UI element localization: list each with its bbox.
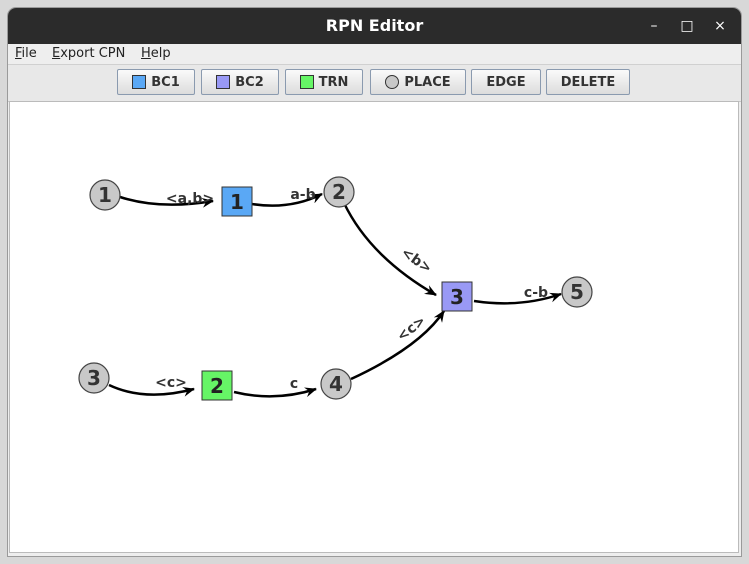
toolbar: BC1 BC2 TRN PLACE EDGE DELETE: [8, 65, 741, 102]
delete-button[interactable]: DELETE: [546, 69, 630, 95]
edge-label-p1-t1: <a,b>: [166, 191, 214, 207]
transition-2-label: 2: [210, 374, 224, 398]
place-1[interactable]: 1: [89, 179, 121, 211]
title-bar[interactable]: RPN Editor – □ ×: [8, 8, 741, 44]
place-4[interactable]: 4: [320, 368, 352, 400]
bc1-label: BC1: [151, 74, 180, 90]
edge-label-p3-t2: <c>: [155, 375, 187, 391]
place-button[interactable]: PLACE: [370, 69, 466, 95]
edge-label-t3-p5: c-b: [524, 285, 548, 301]
place-2-label: 2: [332, 180, 346, 204]
window-title: RPN Editor: [325, 16, 424, 35]
menu-export-cpn[interactable]: Export CPN: [52, 46, 125, 61]
menu-file[interactable]: File: [15, 46, 37, 61]
menu-file-label: ile: [21, 46, 37, 61]
close-button[interactable]: ×: [708, 14, 732, 38]
transition-1-label: 1: [230, 190, 244, 214]
transition-2-trn[interactable]: 2: [201, 370, 233, 401]
trn-swatch-icon: [299, 75, 314, 89]
menu-help-label: elp: [150, 46, 171, 61]
place-1-label: 1: [98, 183, 112, 207]
delete-label: DELETE: [560, 74, 616, 90]
bc1-button[interactable]: BC1: [117, 69, 195, 95]
place-3-label: 3: [87, 366, 101, 390]
bc2-swatch-icon: [216, 75, 231, 89]
transition-1-bc1[interactable]: 1: [221, 186, 253, 217]
edge-p4-t3[interactable]: [350, 310, 446, 381]
petri-net-graph[interactable]: <a,b> a-b <b> <c> c <c> c-b 1 2 3 4 5 1 …: [10, 102, 738, 552]
transition-3-bc2[interactable]: 3: [441, 281, 473, 312]
edge-t2-p4[interactable]: [233, 387, 317, 398]
place-4-label: 4: [329, 372, 343, 396]
place-5[interactable]: 5: [561, 276, 593, 308]
bc2-button[interactable]: BC2: [201, 69, 279, 95]
menu-export-mnemonic: E: [52, 46, 61, 61]
edge-label-t1-p2: a-b: [290, 187, 315, 203]
edge-label-t2-p4: c: [290, 376, 298, 392]
app-window: RPN Editor – □ × File Export CPN Help BC…: [8, 8, 741, 556]
menu-bar: File Export CPN Help: [8, 44, 741, 65]
place-2[interactable]: 2: [323, 176, 355, 208]
minimize-button[interactable]: –: [642, 14, 666, 38]
edge-p2-t3[interactable]: [342, 202, 437, 297]
transition-3-label: 3: [450, 285, 464, 309]
editor-canvas[interactable]: <a,b> a-b <b> <c> c <c> c-b 1 2 3 4 5 1 …: [9, 101, 739, 553]
edge-label: EDGE: [486, 74, 526, 90]
bc2-label: BC2: [235, 74, 264, 90]
menu-help-mnemonic: H: [141, 46, 151, 61]
bc1-swatch-icon: [132, 75, 147, 89]
menu-export-label: xport CPN: [60, 46, 126, 61]
trn-button[interactable]: TRN: [285, 69, 363, 95]
place-5-label: 5: [570, 280, 584, 304]
place-3[interactable]: 3: [78, 362, 110, 394]
edge-button[interactable]: EDGE: [471, 69, 541, 95]
maximize-button[interactable]: □: [675, 14, 699, 38]
trn-label: TRN: [318, 74, 349, 90]
menu-help[interactable]: Help: [141, 46, 171, 61]
place-circle-icon: [385, 75, 400, 89]
place-label: PLACE: [404, 74, 451, 90]
edge-label-p4-t3: <c>: [394, 313, 429, 345]
